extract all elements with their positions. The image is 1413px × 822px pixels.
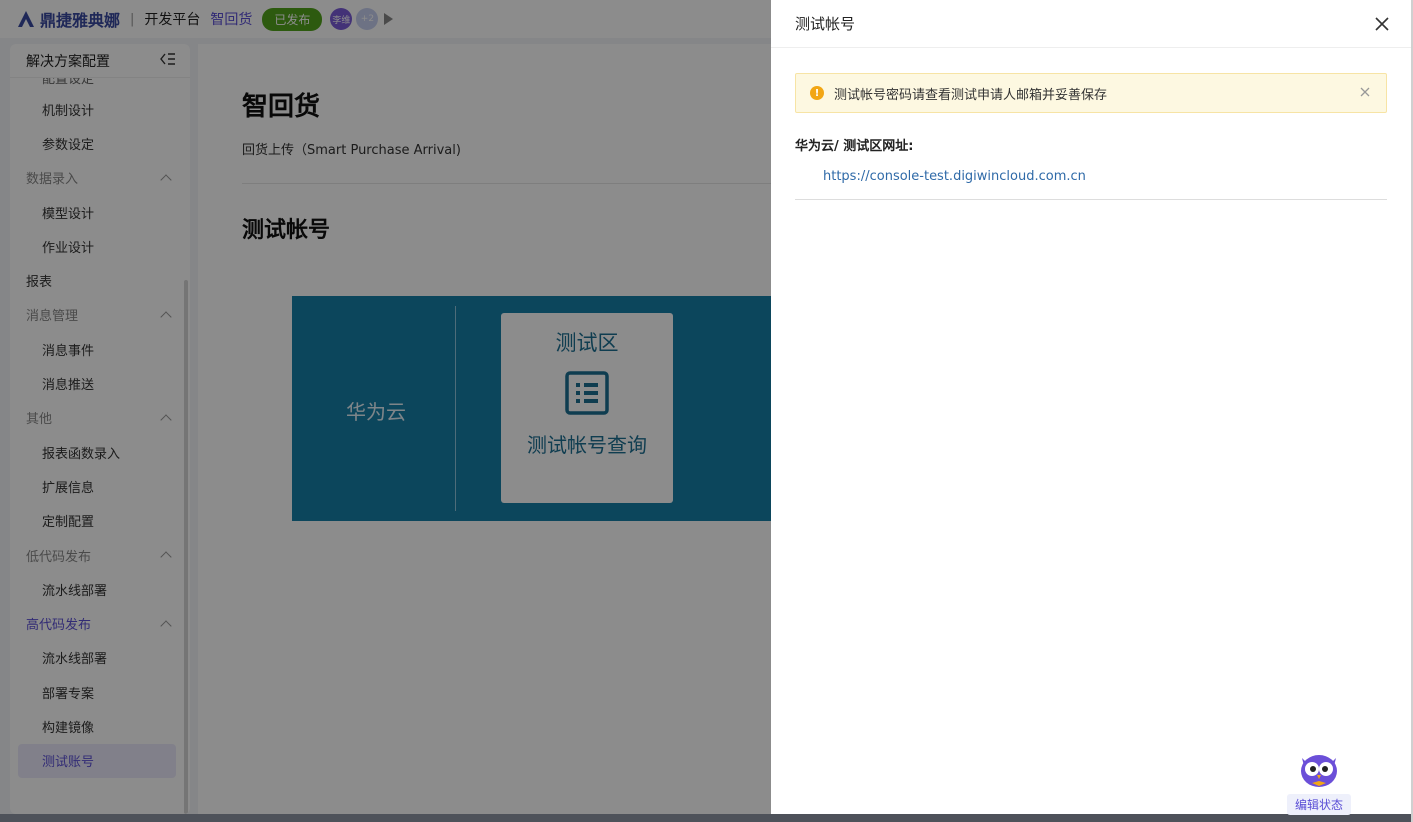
test-account-drawer: 测试帐号 ! 测试帐号密码请查看测试申请人邮箱并妥善保存 华为云/ 测试区网址:… bbox=[771, 0, 1411, 815]
warning-alert: ! 测试帐号密码请查看测试申请人邮箱并妥善保存 bbox=[795, 73, 1387, 113]
drawer-divider bbox=[795, 199, 1387, 200]
modal-overlay[interactable] bbox=[0, 0, 771, 822]
overlay-bottom-strip bbox=[0, 814, 1413, 822]
mascot-label[interactable]: 编辑状态 bbox=[1286, 794, 1351, 815]
warning-icon: ! bbox=[810, 86, 824, 100]
drawer-title: 测试帐号 bbox=[795, 15, 856, 33]
alert-close-icon[interactable] bbox=[1360, 85, 1370, 101]
close-icon[interactable] bbox=[1375, 14, 1389, 34]
url-field-label: 华为云/ 测试区网址: bbox=[795, 139, 914, 154]
mascot-widget[interactable]: 编辑状态 bbox=[1285, 750, 1353, 815]
owl-mascot-icon bbox=[1301, 755, 1337, 787]
alert-text: 测试帐号密码请查看测试申请人邮箱并妥善保存 bbox=[834, 87, 1108, 103]
drawer-header: 测试帐号 bbox=[771, 0, 1411, 48]
test-url-link[interactable]: https://console-test.digiwincloud.com.cn bbox=[823, 169, 1086, 184]
